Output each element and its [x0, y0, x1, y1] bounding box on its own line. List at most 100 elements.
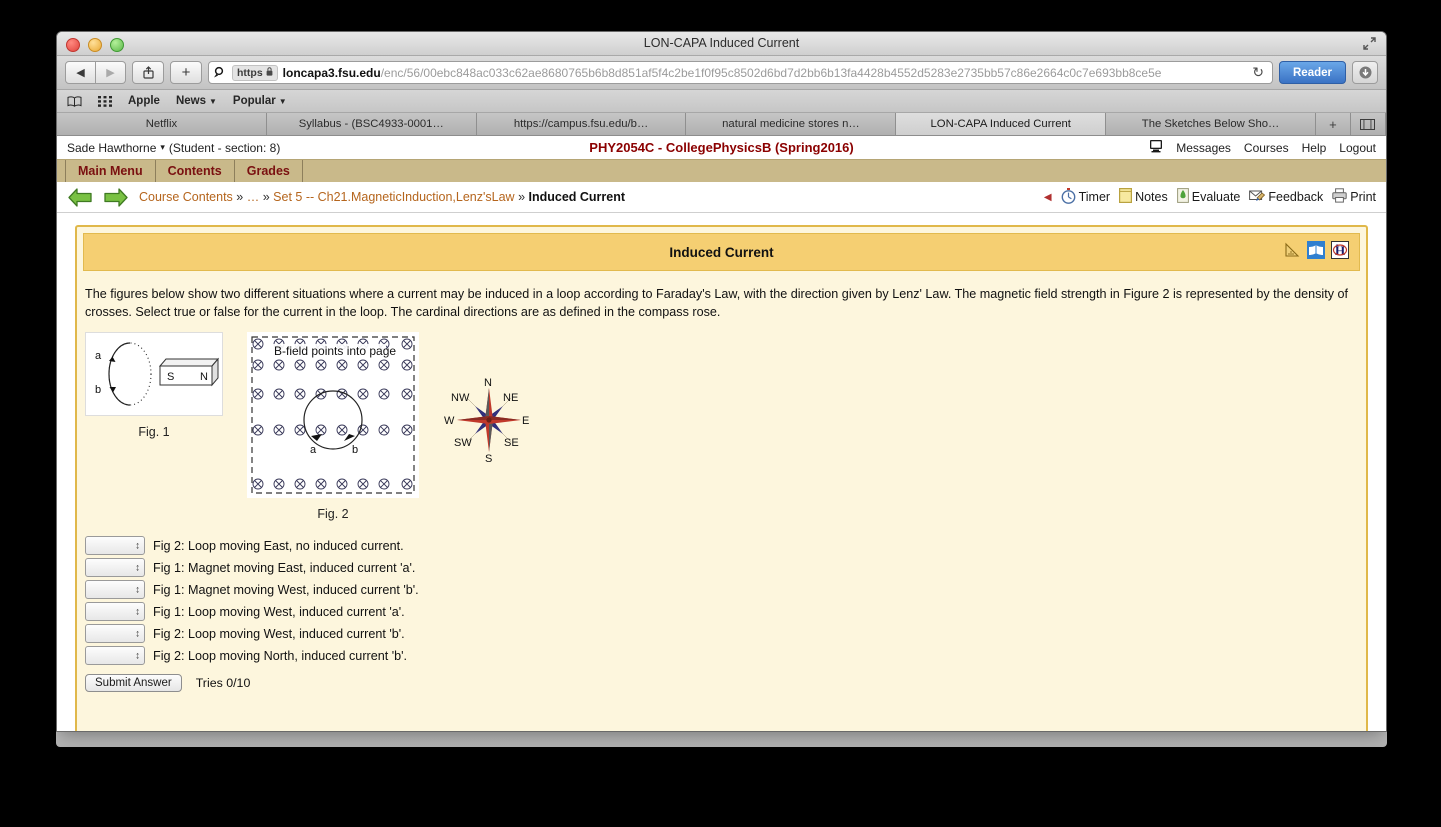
answer-select-1[interactable]	[85, 558, 145, 577]
url-host: loncapa3.fsu.edu	[282, 65, 381, 80]
tab-sketches-below[interactable]: The Sketches Below Sho…	[1106, 113, 1316, 135]
tool-notes[interactable]: Notes	[1119, 188, 1168, 206]
figure-1-image: a b S N	[85, 331, 223, 416]
tool-evaluate[interactable]: Evaluate	[1176, 188, 1240, 206]
breadcrumb-set[interactable]: Set 5 -- Ch21.MagneticInduction,Lenz'sLa…	[273, 190, 514, 204]
lock-icon	[266, 66, 273, 79]
problem-header: Induced Current H 1	[83, 233, 1360, 271]
reference-book-icon[interactable]	[1307, 240, 1325, 264]
address-bar[interactable]: https loncapa3.fsu.edu/enc/56/00ebc848ac…	[208, 61, 1273, 84]
evaluate-icon	[1176, 188, 1189, 206]
tab-netflix[interactable]: Netflix	[57, 113, 267, 135]
menu-grades[interactable]: Grades	[235, 160, 303, 182]
figure-1-caption: Fig. 1	[138, 424, 170, 439]
submit-answer-button[interactable]: Submit Answer	[85, 673, 182, 692]
chevron-down-icon: ▼	[209, 96, 217, 106]
svg-text:N: N	[200, 371, 208, 383]
calculator-tools-icon[interactable]	[1283, 241, 1301, 264]
nav-buttons: ◀ ▶	[65, 61, 126, 84]
url-path: /enc/56/00ebc848ac033c62ae8680765b6b8d85…	[380, 65, 1162, 80]
svg-text:b: b	[352, 444, 358, 456]
answer-label-3: Fig 1: Loop moving West, induced current…	[153, 604, 405, 619]
user-name[interactable]: Sade Hawthorne	[67, 141, 156, 155]
user-dropdown-caret[interactable]: ▾	[160, 142, 165, 153]
tool-timer[interactable]: Timer	[1061, 187, 1110, 207]
user-role: (Student - section: 8)	[168, 140, 281, 155]
compass-label-sw: SW	[454, 437, 472, 449]
svg-text:b: b	[95, 384, 101, 396]
reload-button[interactable]: ↻	[1248, 64, 1268, 81]
breadcrumb-course-contents[interactable]: Course Contents	[139, 190, 233, 204]
figure-1: a b S N Fig. 1	[85, 331, 223, 439]
fullscreen-icon[interactable]	[1362, 36, 1377, 51]
top-sites-icon[interactable]	[98, 95, 112, 107]
green-arrow-left-icon[interactable]	[67, 187, 93, 208]
compass-label-se: SE	[504, 437, 519, 449]
link-help[interactable]: Help	[1302, 141, 1327, 155]
answer-list: Fig 2: Loop moving East, no induced curr…	[83, 531, 1360, 692]
menu-main-menu[interactable]: Main Menu	[65, 160, 156, 182]
bookmarks-sidebar-icon[interactable]	[67, 95, 82, 107]
compass-label-nw: NW	[451, 392, 470, 404]
breadcrumb-separator: »	[518, 190, 526, 204]
answer-select-4[interactable]	[85, 624, 145, 643]
remote-control-icon[interactable]	[1149, 139, 1163, 156]
new-tab-button-tabbar[interactable]: +	[1315, 113, 1351, 135]
problem-box: Induced Current H 1 The figures below sh…	[75, 225, 1368, 731]
tab-natural-medicine[interactable]: natural medicine stores n…	[686, 113, 897, 135]
answer-select-3[interactable]	[85, 602, 145, 621]
answer-row: Fig 1: Magnet moving West, induced curre…	[85, 579, 1360, 601]
figure-2-caption: Fig. 2	[317, 506, 349, 521]
tab-loncapa-induced-current[interactable]: LON-CAPA Induced Current	[896, 113, 1107, 135]
tab-campus-fsu[interactable]: https://campus.fsu.edu/b…	[476, 113, 687, 135]
loncapa-menu-bar: Main Menu Contents Grades	[57, 159, 1386, 182]
answer-select-5[interactable]	[85, 646, 145, 665]
show-all-tabs-icon[interactable]	[1350, 113, 1386, 135]
loncapa-top-links: Messages Courses Help Logout	[1149, 139, 1376, 156]
tools-collapse-icon[interactable]: ◀	[1044, 192, 1052, 203]
figure-2: B-field points into page a b Fig. 2	[247, 331, 419, 521]
traffic-lights	[66, 38, 124, 52]
figure-2-title: B-field points into page	[274, 344, 396, 358]
problem-body: Induced Current H 1 The figures below sh…	[57, 213, 1386, 731]
new-tab-button[interactable]: +	[170, 61, 202, 84]
back-button[interactable]: ◀	[65, 61, 96, 84]
link-courses[interactable]: Courses	[1244, 141, 1289, 155]
breadcrumb: Course Contents » … » Set 5 -- Ch21.Magn…	[139, 190, 625, 204]
bookmark-news[interactable]: News ▼	[176, 95, 217, 107]
answer-label-2: Fig 1: Magnet moving West, induced curre…	[153, 582, 419, 597]
page-title: Induced Current	[669, 244, 774, 260]
bookmark-apple[interactable]: Apple	[128, 95, 160, 107]
minimize-button[interactable]	[88, 38, 102, 52]
share-button[interactable]	[132, 61, 164, 84]
answer-select-0[interactable]	[85, 536, 145, 555]
green-arrow-right-icon[interactable]	[103, 187, 129, 208]
answer-select-2[interactable]	[85, 580, 145, 599]
downloads-icon[interactable]	[1352, 61, 1378, 84]
compass-label-ne: NE	[503, 392, 518, 404]
tool-feedback[interactable]: Feedback	[1249, 188, 1323, 206]
tab-syllabus[interactable]: Syllabus - (BSC4933-0001…	[266, 113, 477, 135]
reader-button[interactable]: Reader	[1279, 61, 1346, 84]
answer-row: Fig 2: Loop moving North, induced curren…	[85, 645, 1360, 667]
zoom-button[interactable]	[110, 38, 124, 52]
forward-button[interactable]: ▶	[96, 61, 126, 84]
window-titlebar: LON-CAPA Induced Current	[57, 32, 1386, 56]
bookmarks-bar: Apple News ▼ Popular ▼	[57, 90, 1386, 113]
svg-text:S: S	[167, 371, 174, 383]
tool-print[interactable]: Print	[1332, 188, 1376, 206]
notes-icon	[1119, 188, 1133, 206]
compass-label-e: E	[522, 415, 529, 427]
close-button[interactable]	[66, 38, 80, 52]
breadcrumb-ellipsis[interactable]: …	[247, 190, 260, 204]
menu-contents[interactable]: Contents	[156, 160, 235, 182]
breadcrumb-tools: ◀ Timer Notes Evaluate Feedback Print	[1044, 187, 1376, 207]
problem-statement: The figures below show two different sit…	[85, 287, 1349, 320]
bookmark-popular[interactable]: Popular ▼	[233, 95, 287, 107]
compass-rose: N NE E SE S SW W NW	[443, 374, 535, 471]
link-messages[interactable]: Messages	[1176, 141, 1231, 155]
link-logout[interactable]: Logout	[1339, 141, 1376, 155]
print-icon	[1332, 188, 1347, 206]
hints-icon[interactable]: H 1	[1331, 240, 1349, 264]
svg-text:a: a	[95, 350, 102, 362]
